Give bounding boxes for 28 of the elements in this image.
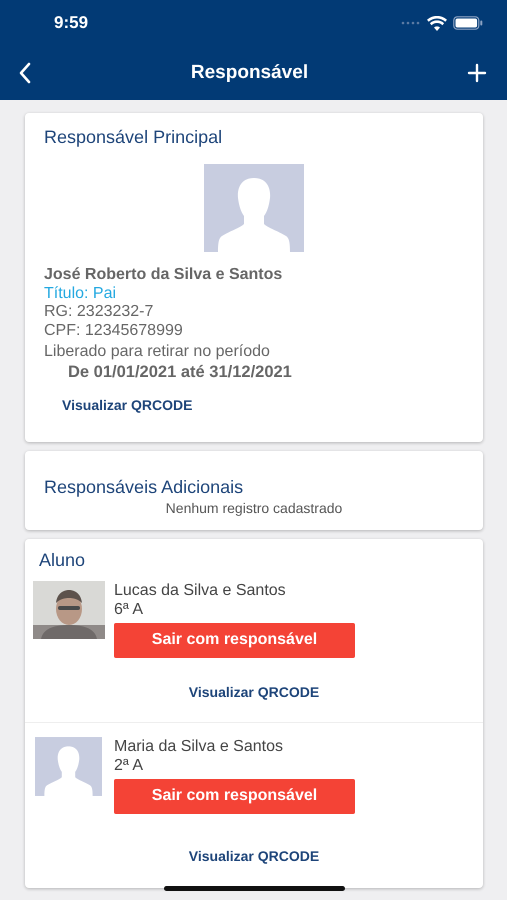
qrcode-link[interactable]: Visualizar QRCODE	[44, 382, 464, 442]
guardian-name: José Roberto da Silva e Santos	[44, 266, 284, 284]
exit-with-guardian-button[interactable]: Sair com responsável	[114, 622, 355, 658]
section-heading: Responsáveis Adicionais	[44, 476, 244, 498]
rg-number: RG: 2323232-7	[44, 303, 154, 322]
signal-icon	[401, 21, 421, 25]
back-icon[interactable]	[18, 62, 32, 84]
qrcode-link[interactable]: Visualizar QRCODE	[33, 658, 475, 722]
period-label: Liberado para retirar no período	[44, 343, 271, 362]
relationship-label: Título: Pai	[44, 284, 118, 303]
section-heading: Responsável Principal	[44, 127, 224, 148]
screen-title: Responsável	[190, 62, 308, 84]
status-time: 9:59	[54, 13, 88, 33]
plus-icon[interactable]	[466, 63, 487, 83]
student-name: Lucas da Silva e Santos	[114, 580, 287, 600]
empty-message: Nenhum registro cadastrado	[164, 500, 344, 516]
avatar-placeholder-icon	[204, 164, 304, 252]
avatar-placeholder-icon	[35, 736, 102, 796]
section-heading: Aluno	[38, 550, 86, 570]
battery-icon	[453, 16, 483, 30]
qrcode-link[interactable]: Visualizar QRCODE	[33, 814, 475, 868]
exit-with-guardian-button[interactable]: Sair com responsável	[114, 778, 355, 814]
period-dates: De 01/01/2021 até 31/12/2021	[67, 362, 293, 382]
wifi-icon	[427, 16, 447, 30]
student-name: Maria da Silva e Santos	[114, 736, 284, 756]
cpf-number: CPF: 12345678999	[44, 322, 184, 340]
student-class: 6ª A	[114, 600, 144, 618]
student-class: 2ª A	[114, 756, 144, 774]
